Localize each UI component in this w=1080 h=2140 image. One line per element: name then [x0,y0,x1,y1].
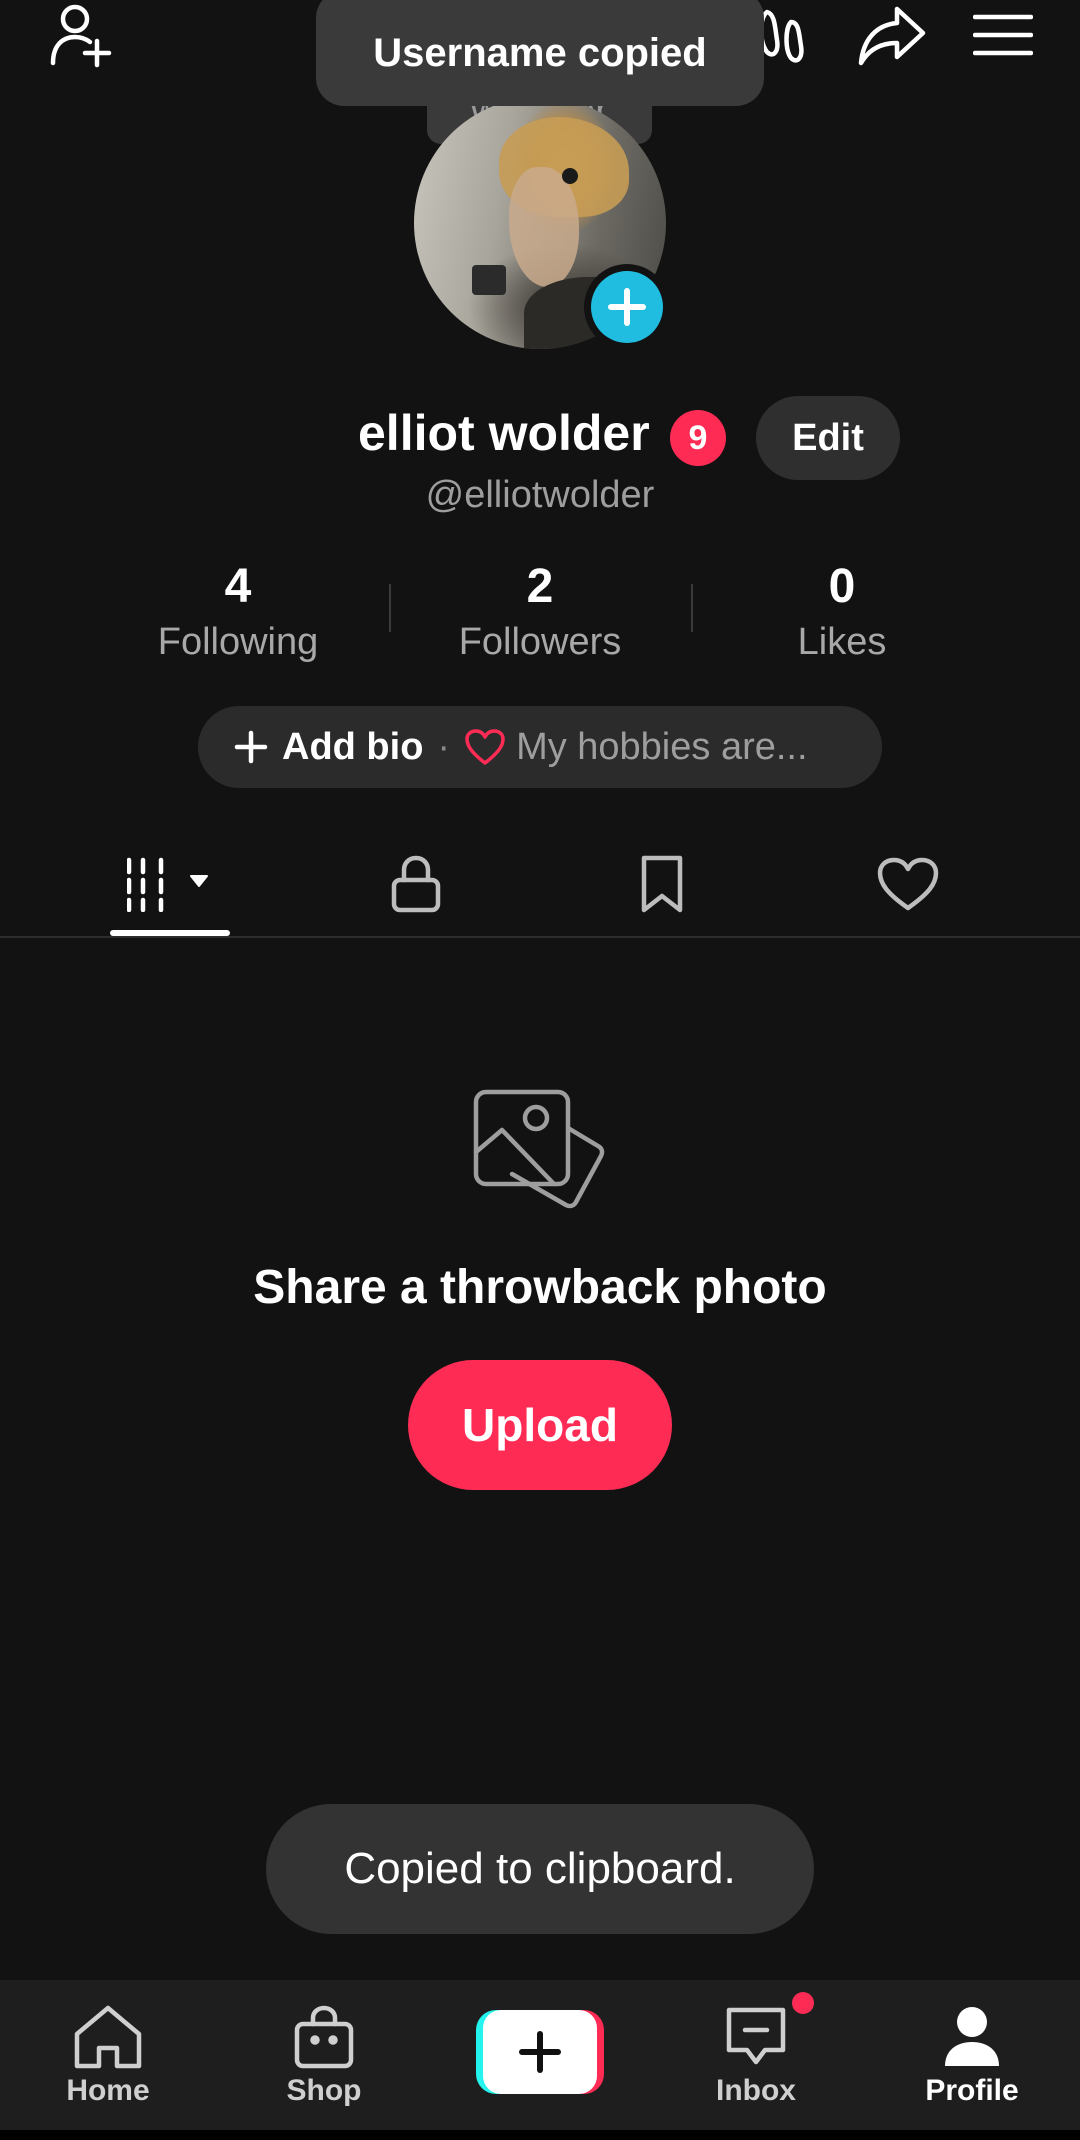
clipboard-toast: Copied to clipboard. [266,1804,814,1934]
following-count: 4 [224,560,252,613]
likes-label: Likes [797,621,887,663]
tab-saved[interactable] [602,830,722,938]
tab-videos[interactable] [110,830,230,938]
inbox-message-icon [726,2007,786,2065]
add-bio-label: Add bio [282,725,424,768]
shopping-bag-icon [294,2005,354,2069]
stat-likes[interactable]: 0 Likes [692,558,992,668]
grid-columns-icon [127,857,208,912]
note-dot [562,168,578,184]
likes-count: 0 [828,560,856,613]
nav-home[interactable]: Home [8,1980,208,2130]
change-avatar-button[interactable] [584,264,670,350]
add-bio-button[interactable]: Add bio · My hobbies are... [198,706,882,788]
nav-home-label: Home [66,2074,150,2107]
photo-stack-icon [473,1089,605,1209]
nav-profile[interactable]: Profile [872,1980,1072,2130]
followers-count: 2 [526,560,554,613]
bio-separator: · [437,725,451,768]
profile-tabs [0,830,1080,938]
stat-followers[interactable]: 2 Followers [390,558,690,668]
heart-icon [877,857,939,911]
nav-profile-label: Profile [925,2074,1019,2107]
system-bottom-bar [0,2130,1080,2140]
notification-badge: 9 [670,410,726,466]
tab-liked[interactable] [848,830,968,938]
nav-inbox[interactable]: Inbox [656,1980,856,2130]
lock-icon [391,855,441,913]
add-friend-button[interactable] [36,0,126,70]
plus-icon [234,730,268,764]
username-handle[interactable]: @elliotwolder [0,474,1080,517]
add-person-icon [50,4,112,68]
share-arrow-icon [858,6,926,66]
nav-shop[interactable]: Shop [224,1980,424,2130]
tab-private[interactable] [356,830,476,938]
following-label: Following [157,621,319,663]
upload-button[interactable]: Upload [408,1360,672,1490]
stat-following[interactable]: 4 Following [88,558,388,668]
empty-state-illustration [472,1088,608,1225]
plus-icon [608,288,646,326]
followers-label: Followers [458,621,622,663]
profile-person-icon [945,2007,999,2066]
bookmark-icon [641,855,683,913]
inbox-notification-dot [792,1992,814,2014]
share-profile-button[interactable] [850,0,934,70]
menu-button[interactable] [968,0,1038,70]
nav-inbox-label: Inbox [716,2074,796,2107]
bio-hint: My hobbies are... [516,725,808,768]
hamburger-menu-icon [973,14,1033,56]
empty-state-title: Share a throwback photo [253,1261,827,1314]
heart-icon [465,729,505,765]
plus-icon [519,2031,561,2073]
display-name[interactable]: elliot wolder [358,404,650,462]
create-post-button[interactable] [476,2010,604,2094]
home-icon [74,2005,142,2069]
active-tab-indicator [110,930,230,936]
nav-shop-label: Shop [286,2074,362,2107]
edit-profile-button[interactable]: Edit [756,396,900,480]
footprints-icon [758,9,804,63]
username-copied-toast: Username copied [316,0,764,106]
